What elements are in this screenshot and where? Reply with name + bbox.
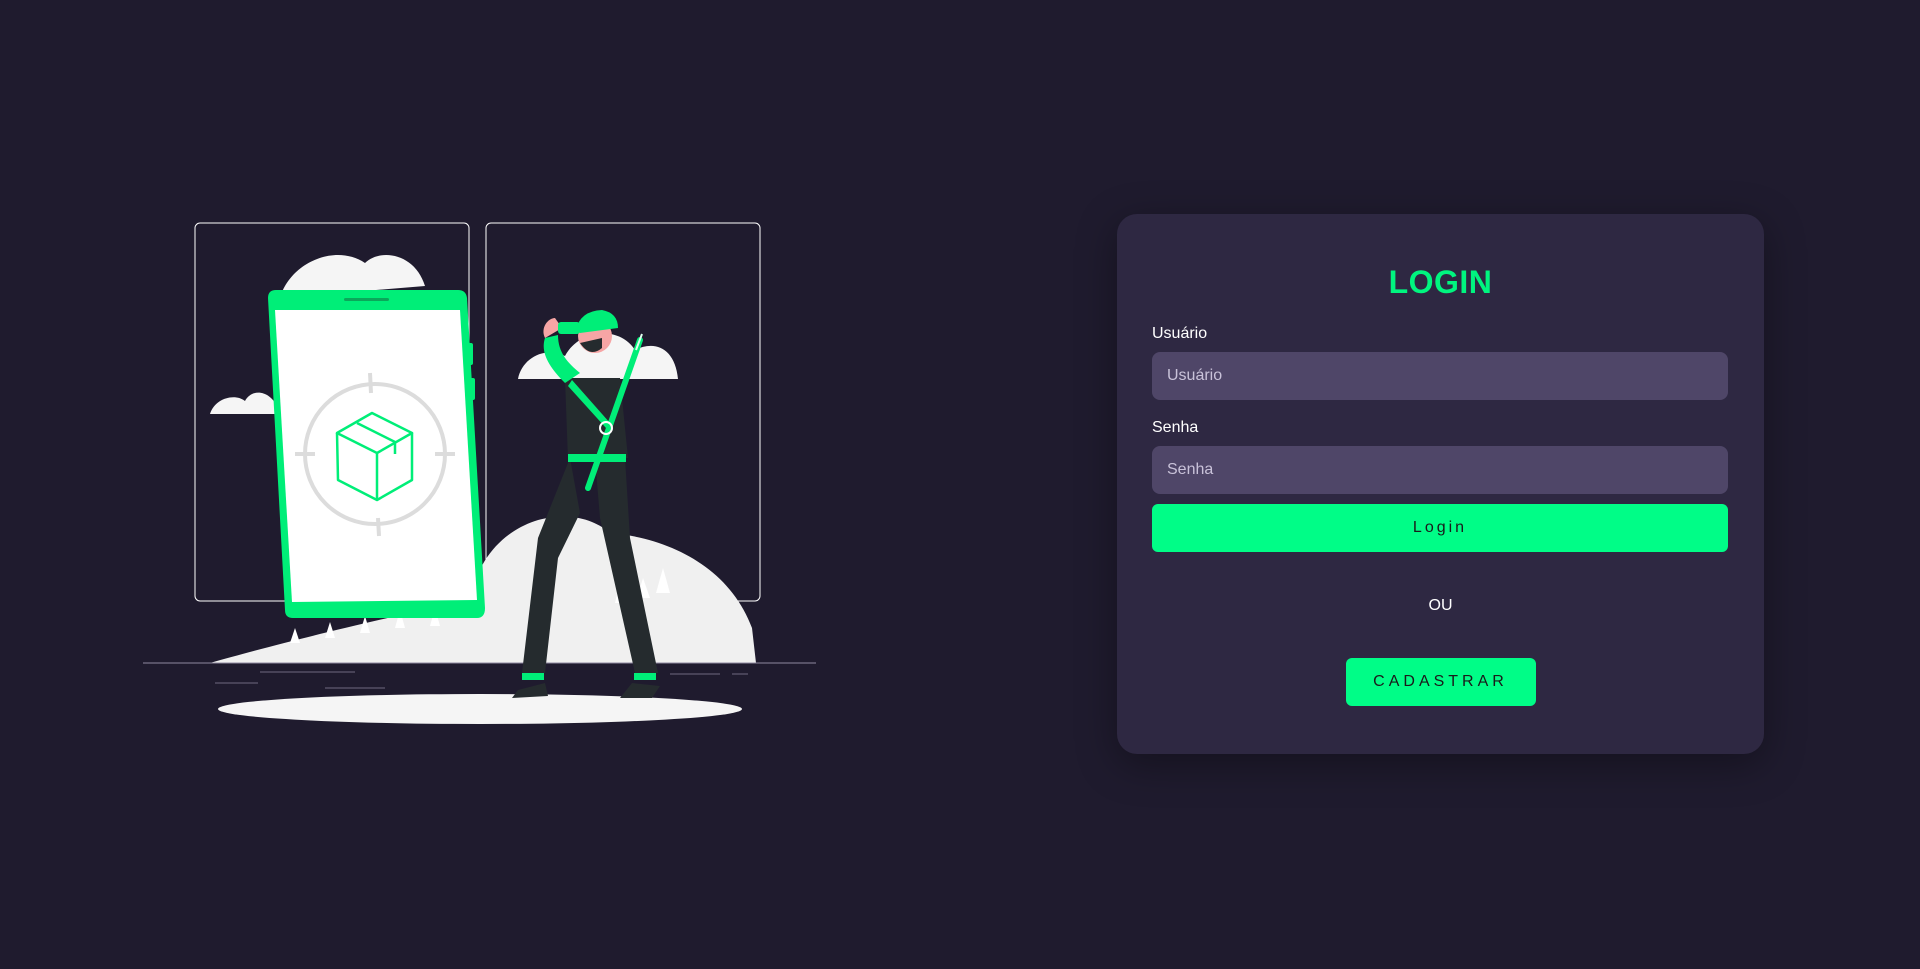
ground-dashes [215, 671, 748, 689]
hunter-illustration [143, 222, 816, 724]
cloud-left [210, 392, 278, 414]
login-card: LOGIN Usuário Senha Login OU CADASTRAR [1117, 214, 1764, 754]
login-title: LOGIN [1388, 264, 1493, 300]
password-label: Senha [1152, 419, 1199, 436]
or-separator: OU [1428, 597, 1453, 614]
username-input[interactable] [1152, 352, 1728, 400]
register-button[interactable]: CADASTRAR [1345, 658, 1536, 706]
password-input[interactable] [1152, 446, 1728, 494]
login-button[interactable]: Login [1152, 504, 1728, 552]
login-page: LOGIN Usuário Senha Login OU CADASTRAR [0, 0, 1920, 969]
ground-shadow [218, 694, 742, 724]
phone-graphic [268, 290, 485, 618]
username-label: Usuário [1152, 325, 1208, 342]
